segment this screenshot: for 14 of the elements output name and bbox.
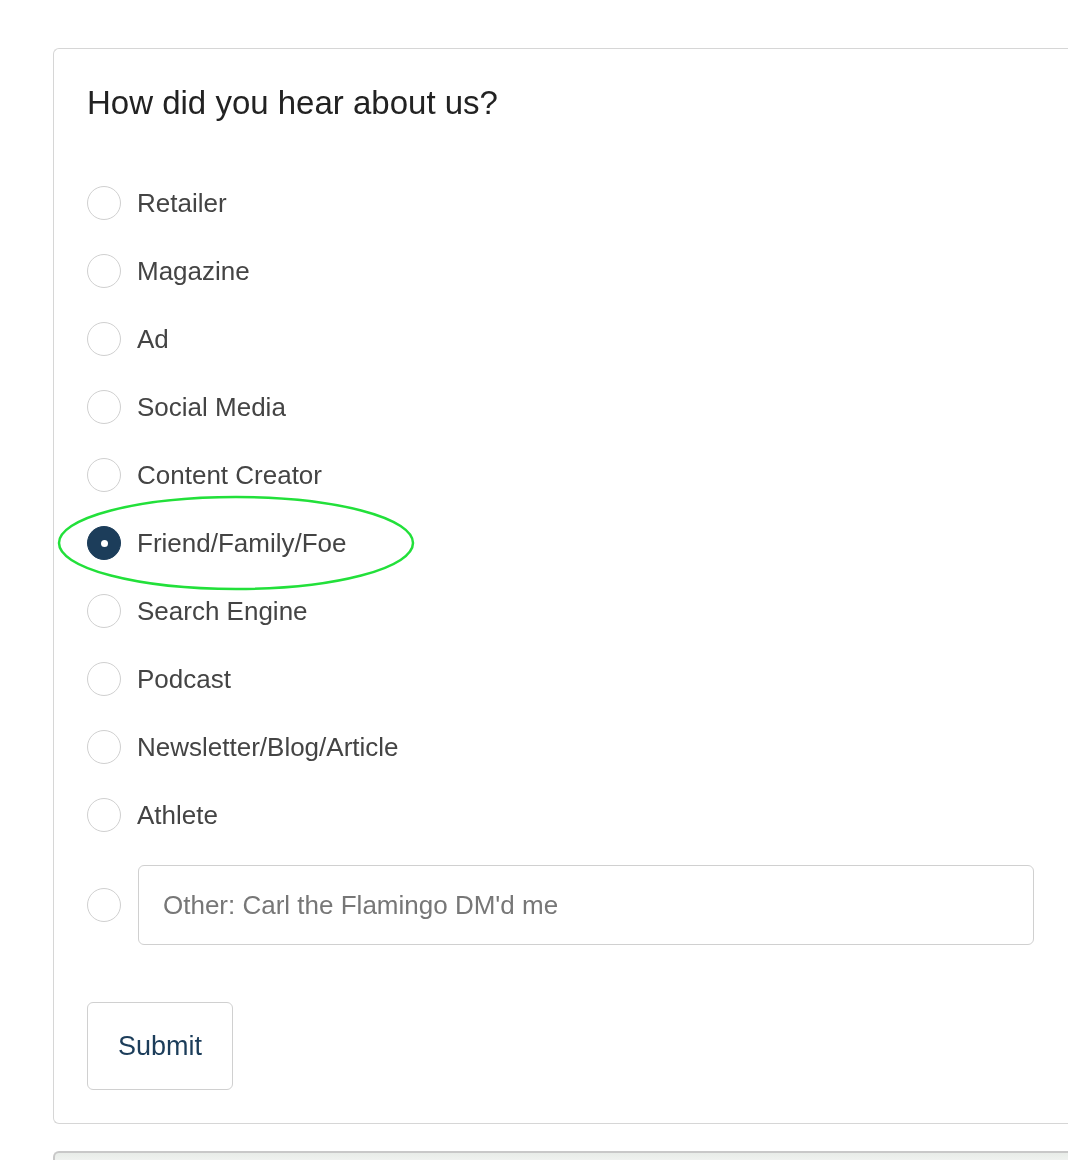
option-label[interactable]: Retailer bbox=[137, 187, 227, 219]
option-label[interactable]: Content Creator bbox=[137, 459, 322, 491]
option-label[interactable]: Athlete bbox=[137, 799, 218, 831]
option-label[interactable]: Search Engine bbox=[137, 595, 308, 627]
submit-button[interactable]: Submit bbox=[87, 1002, 233, 1090]
option-label[interactable]: Magazine bbox=[137, 255, 250, 287]
option-label[interactable]: Ad bbox=[137, 323, 169, 355]
option-label[interactable]: Friend/Family/Foe bbox=[137, 527, 347, 559]
option-label[interactable]: Newsletter/Blog/Article bbox=[137, 731, 399, 763]
radio-button[interactable] bbox=[87, 526, 121, 560]
option-label[interactable]: Social Media bbox=[137, 391, 286, 423]
option-label[interactable]: Podcast bbox=[137, 663, 231, 695]
question-heading: How did you hear about us? bbox=[87, 83, 499, 123]
other-input-field[interactable]: Other: Carl the Flamingo DM'd me bbox=[138, 865, 1034, 945]
